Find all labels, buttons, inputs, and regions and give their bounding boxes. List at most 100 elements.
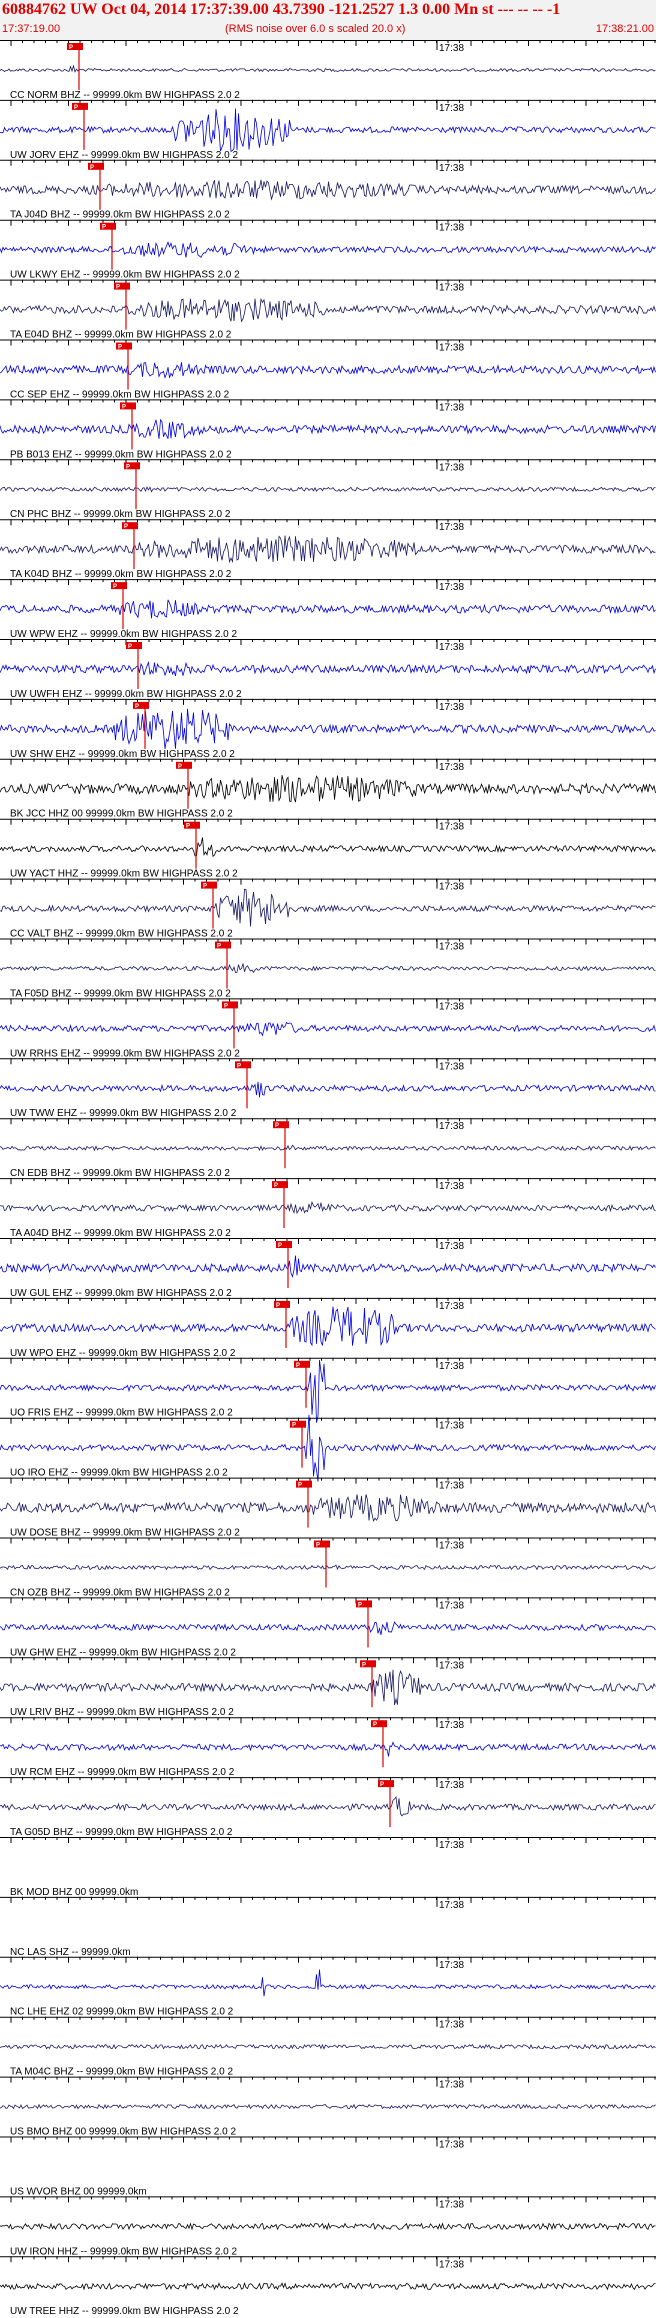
minute-label: 17:38 bbox=[439, 942, 464, 953]
arrival-pick-text: P bbox=[358, 1602, 362, 1608]
arrival-pick-text: P bbox=[116, 285, 120, 291]
arrival-pick-text: P bbox=[122, 404, 126, 410]
station-label: UW LRIV BHZ -- 99999.0km BW HIGHPASS 2.0… bbox=[10, 1707, 234, 1718]
trace-row: 17:38 P CN OZB BHZ -- 99999.0km BW HIGHPAS… bbox=[0, 1537, 656, 1598]
trace-row: 17:38 P PB B013 EHZ -- 99999.0km BW HIGHPA… bbox=[0, 399, 656, 460]
trace-row: 17:38 P CC VALT BHZ -- 99999.0km BW HIGHPA… bbox=[0, 878, 656, 940]
waveform bbox=[0, 1969, 656, 1997]
trace-row: 17:38 P UW DOSE BHZ -- 99999.0km BW HIGHPA… bbox=[0, 1477, 656, 1539]
station-label: UW GHW EHZ -- 99999.0km BW HIGHPASS 2.0 … bbox=[10, 1647, 236, 1658]
waveform bbox=[0, 1494, 656, 1523]
minute-label: 17:38 bbox=[439, 43, 464, 54]
waveform bbox=[0, 1081, 656, 1098]
station-label: UW JORV EHZ -- 99999.0km BW HIGHPASS 2.0… bbox=[10, 150, 238, 161]
minute-label: 17:38 bbox=[439, 702, 464, 713]
arrival-pick-text: P bbox=[217, 944, 221, 950]
trace-row: 17:38 P UO FRIS EHZ -- 99999.0km BW HIGHPA… bbox=[0, 1357, 656, 1423]
minute-label: 17:38 bbox=[439, 1481, 464, 1492]
arrival-pick-text: P bbox=[186, 824, 190, 830]
arrival-pick-text: P bbox=[90, 165, 94, 171]
minute-label: 17:38 bbox=[439, 2199, 464, 2210]
trace-row: 17:38 P TA K04D BHZ -- 99999.0km BW HIGHPA… bbox=[0, 519, 656, 580]
station-label: UW SHW EHZ -- 99999.0km BW HIGHPASS 2.0 … bbox=[10, 749, 235, 760]
trace-row: 17:38 UW IRON HHZ -- 99999.0km BW HIGHPAS… bbox=[0, 2196, 656, 2257]
station-label: TA G05D BHZ -- 99999.0km BW HIGHPASS 2.0… bbox=[10, 1827, 233, 1838]
trace-row: 17:38 US BMO BHZ 00 99999.0km BW HIGHPASS… bbox=[0, 2076, 656, 2138]
waveform bbox=[0, 1621, 656, 1635]
waveform bbox=[0, 64, 656, 73]
waveform bbox=[0, 1669, 656, 1706]
trace-row: 17:38 P UW GUL EHZ -- 99999.0km BW HIGHPAS… bbox=[0, 1238, 656, 1299]
minute-label: 17:38 bbox=[439, 822, 464, 833]
station-label: TA A04D BHZ -- 99999.0km BW HIGHPASS 2.0… bbox=[10, 1228, 231, 1239]
station-label: CC NORM BHZ -- 99999.0km BW HIGHPASS 2.0… bbox=[10, 90, 240, 101]
minute-label: 17:38 bbox=[439, 462, 464, 473]
waveform bbox=[0, 418, 656, 439]
minute-label: 17:38 bbox=[439, 2020, 464, 2031]
station-label: UW IRON HHZ -- 99999.0km BW HIGHPASS 2.0… bbox=[10, 2246, 238, 2257]
waveform bbox=[0, 963, 656, 974]
station-label: TA J04D BHZ -- 99999.0km BW HIGHPASS 2.0… bbox=[10, 210, 230, 221]
trace-row: 17:38 P CN PHC BHZ -- 99999.0km BW HIGHPAS… bbox=[0, 459, 656, 520]
trace-row: 17:38 P UW UWFH EHZ -- 99999.0km BW HIGHPA… bbox=[0, 639, 656, 700]
trace-row: 17:38 P UW RRHS EHZ -- 99999.0km BW HIGHPA… bbox=[0, 998, 656, 1059]
minute-label: 17:38 bbox=[439, 2080, 464, 2091]
trace-row: 17:38 P TA J04D BHZ -- 99999.0km BW HIGHPA… bbox=[0, 159, 656, 221]
trace-row: 17:38 P UW GHW EHZ -- 99999.0km BW HIGHPAS… bbox=[0, 1597, 656, 1658]
waveform bbox=[0, 2222, 656, 2231]
minute-label: 17:38 bbox=[439, 1541, 464, 1552]
station-label: UW TREE HHZ -- 99999.0km BW HIGHPASS 2.0… bbox=[10, 2306, 239, 2317]
station-label: TA F05D BHZ -- 99999.0km BW HIGHPASS 2.0… bbox=[10, 988, 231, 999]
arrival-pick-text: P bbox=[118, 345, 122, 351]
station-label: UO FRIS EHZ -- 99999.0km BW HIGHPASS 2.0… bbox=[10, 1408, 233, 1419]
minute-label: 17:38 bbox=[439, 2140, 464, 2151]
station-label: CN PHC BHZ -- 99999.0km BW HIGHPASS 2.0 … bbox=[10, 509, 231, 520]
minute-label: 17:38 bbox=[439, 163, 464, 174]
arrival-pick-text: P bbox=[178, 764, 182, 770]
end-time: 17:38:21.00 bbox=[595, 23, 654, 35]
minute-label: 17:38 bbox=[439, 1421, 464, 1432]
trace-row: 17:38 P UW RCM EHZ -- 99999.0km BW HIGHPAS… bbox=[0, 1717, 656, 1778]
trace-row: 17:38 P UO IRO EHZ -- 99999.0km BW HIGHPAS… bbox=[0, 1414, 656, 1482]
arrival-pick-text: P bbox=[128, 644, 132, 650]
station-label: US BMO BHZ 00 99999.0km BW HIGHPASS 2.0 … bbox=[10, 2127, 236, 2138]
header: 60884762 UW Oct 04, 2014 17:37:39.00 43.… bbox=[0, 0, 656, 40]
station-label: BK MOD BHZ 00 99999.0km bbox=[10, 1887, 138, 1898]
waveform bbox=[0, 1741, 656, 1757]
waveform bbox=[0, 2282, 656, 2291]
trace-row: 17:38 BK MOD BHZ 00 99999.0km bbox=[0, 1837, 656, 1898]
trace-row: 17:38 P UW SHW EHZ -- 99999.0km BW HIGHPAS… bbox=[0, 698, 656, 760]
waveform bbox=[0, 362, 656, 379]
arrival-pick-text: P bbox=[316, 1543, 320, 1549]
arrival-pick-text: P bbox=[275, 1123, 279, 1129]
trace-row: 17:38 NC LAS SHZ -- 99999.0km bbox=[0, 1896, 656, 1958]
waveform bbox=[0, 1306, 656, 1347]
arrival-pick-text: P bbox=[362, 1662, 366, 1668]
arrival-pick-text: P bbox=[274, 1183, 278, 1189]
arrival-pick-text: P bbox=[380, 1782, 384, 1788]
trace-row: 17:38 P BK JCC HHZ 00 99999.0km BW HIGHPAS… bbox=[0, 758, 656, 820]
minute-label: 17:38 bbox=[439, 642, 464, 653]
trace-row: 17:38 TA M04C BHZ -- 99999.0km BW HIGHPAS… bbox=[0, 2016, 656, 2078]
minute-label: 17:38 bbox=[439, 283, 464, 294]
trace-row: 17:38 P TA F05D BHZ -- 99999.0km BW HIGHPA… bbox=[0, 938, 656, 999]
trace-row: 17:38 P UW YACT HHZ -- 99999.0km BW HIGHPA… bbox=[0, 818, 656, 880]
minute-label: 17:38 bbox=[439, 1301, 464, 1312]
station-label: CC VALT BHZ -- 99999.0km BW HIGHPASS 2.0… bbox=[10, 929, 233, 940]
station-label: UW TWW EHZ -- 99999.0km BW HIGHPASS 2.0 … bbox=[10, 1108, 237, 1119]
arrival-pick-text: P bbox=[224, 1003, 228, 1009]
trace-row: 17:38 P UW WPW EHZ -- 99999.0km BW HIGHPAS… bbox=[0, 579, 656, 640]
station-label: CC SEP EHZ -- 99999.0km BW HIGHPASS 2.0 … bbox=[10, 389, 230, 400]
arrival-pick-text: P bbox=[113, 584, 117, 590]
scaling-note: (RMS noise over 6.0 s scaled 20.0 x) bbox=[225, 23, 406, 35]
waveform bbox=[0, 837, 656, 858]
trace-row: 17:38 P UW WPO EHZ -- 99999.0km BW HIGHPAS… bbox=[0, 1297, 656, 1359]
minute-label: 17:38 bbox=[439, 1361, 464, 1372]
waveform bbox=[0, 1021, 656, 1037]
minute-label: 17:38 bbox=[439, 1600, 464, 1611]
minute-label: 17:38 bbox=[439, 1061, 464, 1072]
trace-row: 17:38 P CC SEP EHZ -- 99999.0km BW HIGHPAS… bbox=[0, 339, 656, 400]
station-label: UW WPO EHZ -- 99999.0km BW HIGHPASS 2.0 … bbox=[10, 1348, 236, 1359]
minute-label: 17:38 bbox=[439, 1241, 464, 1252]
trace-row: 17:38 P UW LRIV BHZ -- 99999.0km BW HIGHPA… bbox=[0, 1657, 656, 1718]
